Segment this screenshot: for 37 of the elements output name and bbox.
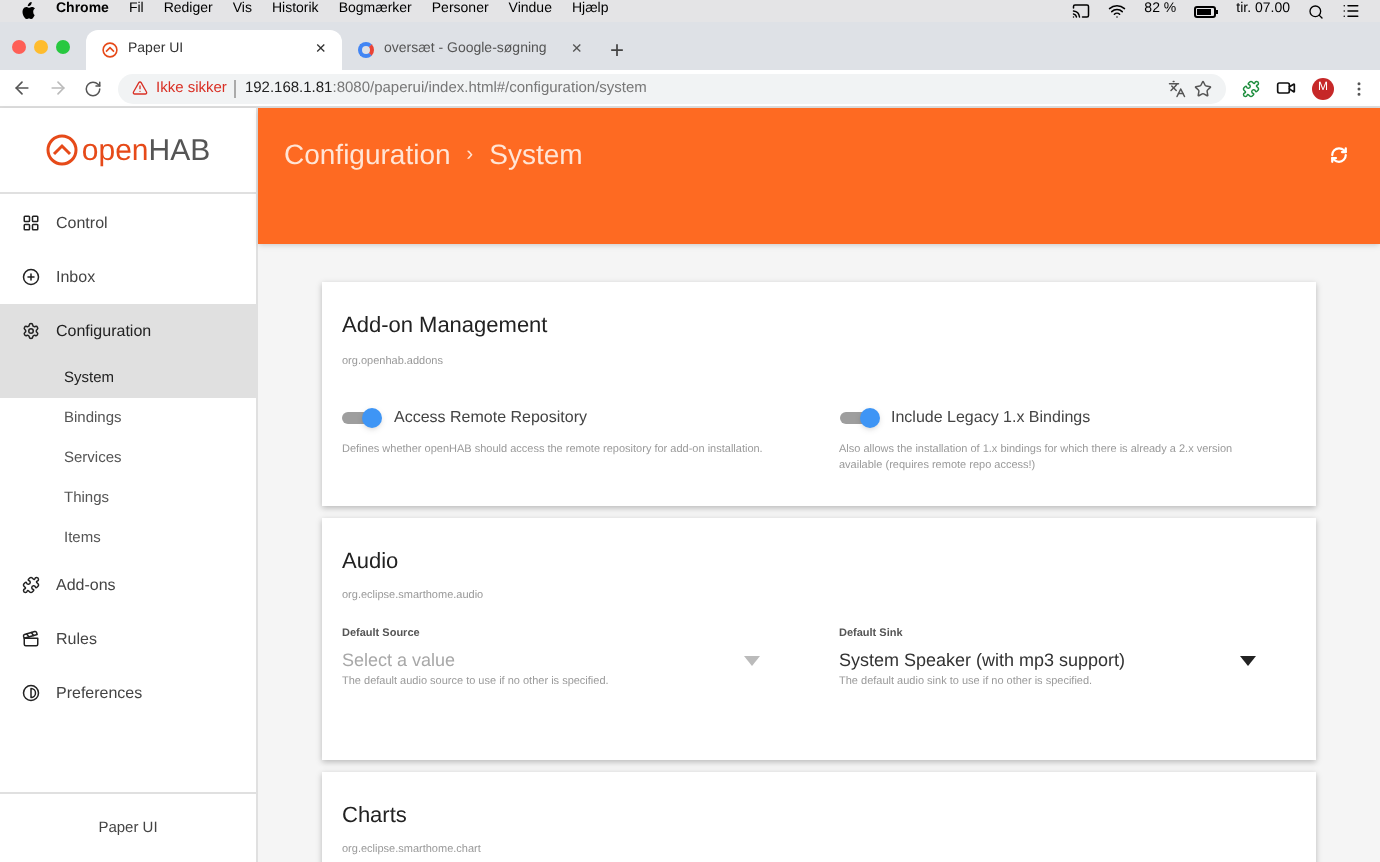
search-icon[interactable] xyxy=(1308,3,1324,19)
breadcrumb-separator: › xyxy=(466,142,474,170)
select-field[interactable]: System Speaker (with mp3 support) xyxy=(839,647,1256,675)
nav-item[interactable]: Rules xyxy=(0,612,256,666)
screen-icon[interactable] xyxy=(1072,2,1091,20)
setting-label: Access Remote Repository xyxy=(394,405,587,430)
nav-item[interactable]: Configuration xyxy=(0,304,256,358)
card-title: Audio xyxy=(342,547,401,578)
toggle-switch[interactable] xyxy=(342,407,382,428)
warning-icon xyxy=(132,80,148,96)
card-title: Add-on Management xyxy=(342,312,550,342)
apple-logo-icon[interactable] xyxy=(20,2,36,20)
caret-icon xyxy=(743,656,759,666)
nav-item[interactable]: Preferences xyxy=(0,666,256,720)
configuration-icon xyxy=(22,322,40,340)
setting-label: Include Legacy 1.x Bindings xyxy=(891,405,1091,430)
card-title: Charts xyxy=(342,801,409,831)
translate-icon[interactable] xyxy=(1168,79,1186,97)
battery-icon[interactable] xyxy=(1194,5,1219,17)
bookmark-star-icon[interactable] xyxy=(1194,79,1212,97)
logo-text: openHAB xyxy=(81,135,211,165)
new-tab-button[interactable]: + xyxy=(598,30,637,70)
nav-item[interactable]: Add-ons xyxy=(0,558,256,612)
refresh-icon[interactable] xyxy=(1330,146,1348,164)
wifi-icon[interactable] xyxy=(1108,2,1127,20)
toggle-switch[interactable] xyxy=(839,407,879,428)
nav-item[interactable]: Inbox xyxy=(0,250,256,304)
extension-icon[interactable] xyxy=(1242,79,1260,97)
back-icon[interactable] xyxy=(12,78,32,98)
caret-icon xyxy=(1240,656,1256,666)
list-icon[interactable] xyxy=(1342,2,1360,20)
reload-icon[interactable] xyxy=(84,79,102,97)
nav-item[interactable]: Control xyxy=(0,196,256,250)
tab-close-button[interactable]: × xyxy=(315,36,326,64)
breadcrumb-item: System xyxy=(489,136,583,174)
camera-icon[interactable] xyxy=(1276,78,1296,98)
tab-close-button[interactable]: × xyxy=(571,36,582,64)
